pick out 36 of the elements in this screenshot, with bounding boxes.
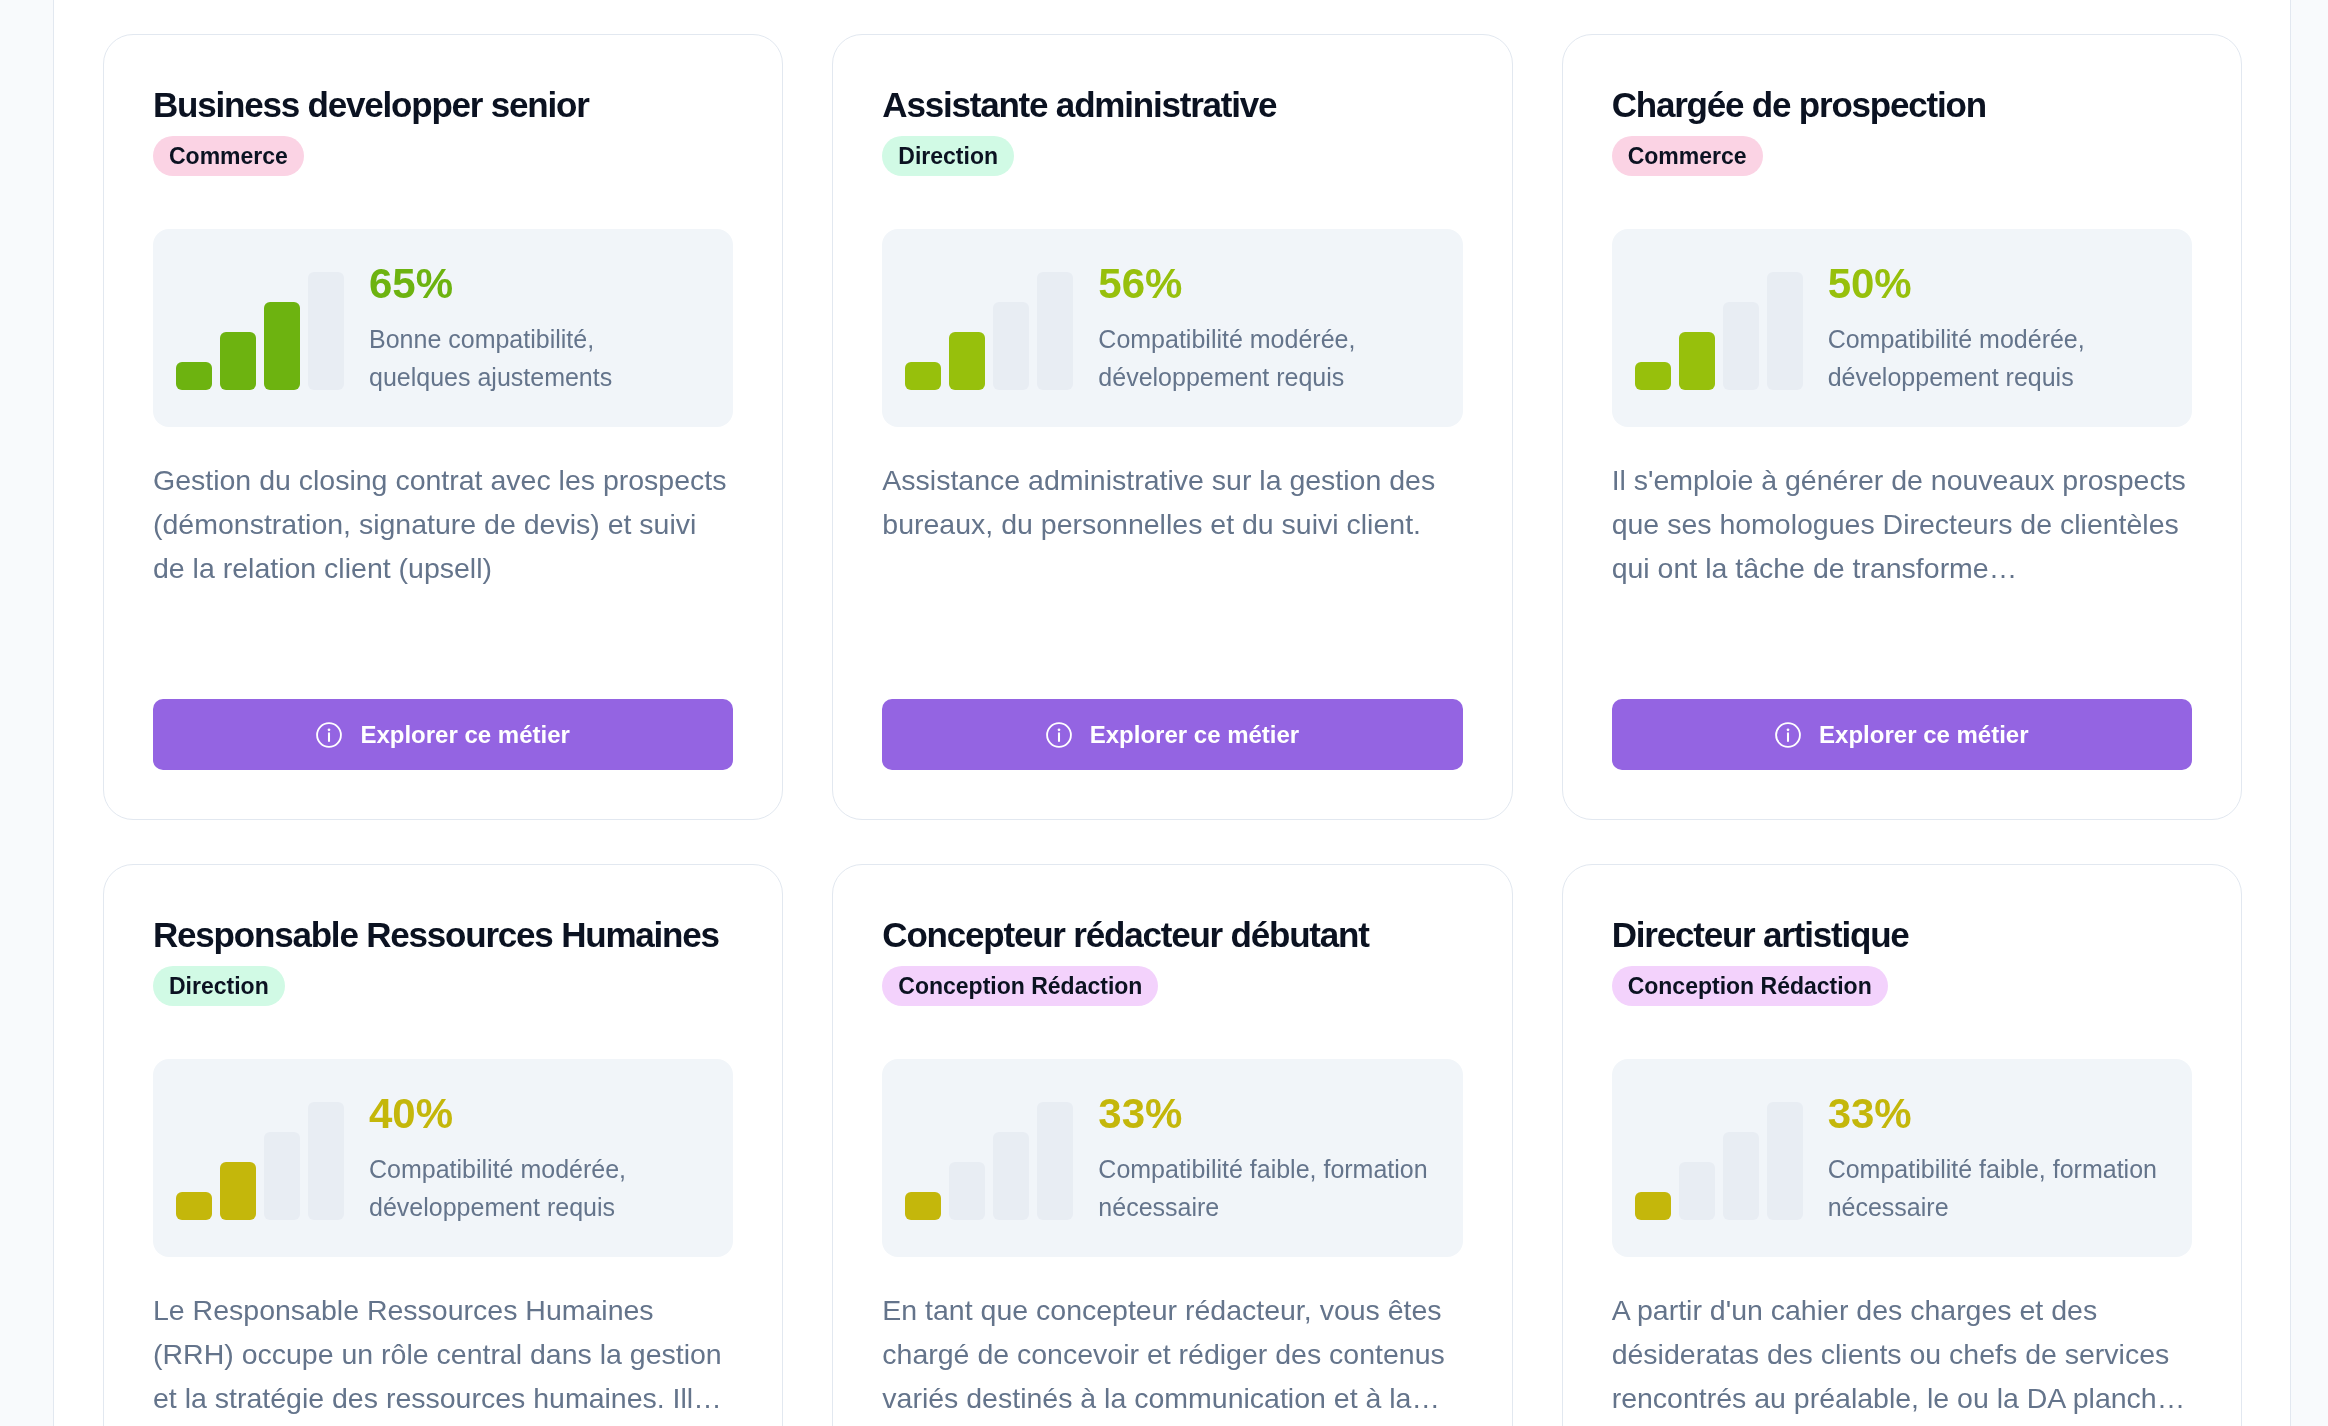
compatibility-percent: 33% (1827, 1090, 1912, 1138)
compatibility-percent: 56% (1098, 260, 1183, 308)
job-title: Assistante administrative (882, 84, 1278, 126)
job-title: Directeur artistique (1611, 914, 1910, 956)
info-icon (316, 721, 343, 748)
job-title: Responsable Ressources Humaines (153, 914, 720, 956)
category-tag: Direction (882, 136, 1014, 176)
category-tag: Conception Rédaction (1611, 966, 1888, 1006)
explore-button[interactable]: Explorer ce métier (882, 699, 1463, 770)
compatibility-summary: Compatibilité modérée, développement requis (1098, 324, 1357, 393)
compatibility-summary: Compatibilité faible, formation nécessaire (1827, 1154, 2158, 1223)
compatibility-percent: 65% (369, 260, 454, 308)
compatibility-summary: Compatibilité modérée, développement requis (1827, 324, 2086, 393)
job-title: Business developper senior (153, 84, 591, 126)
job-title: Chargée de prospection (1611, 84, 1987, 126)
job-description: En tant que concepteur rédacteur, vous êtes chargé de concevoir et rédiger des contenus variés destinés à la communication et à la… (882, 1293, 1446, 1416)
info-icon (1775, 721, 1802, 748)
info-icon (1045, 721, 1072, 748)
category-tag: Commerce (153, 136, 304, 176)
compatibility-percent: 33% (1098, 1090, 1183, 1138)
job-description: Le Responsable Ressources Humaines (RRH) occupe un rôle central dans la gestion et la stratégie des ressources humaines. Ill… (153, 1293, 723, 1416)
compatibility-percent: 50% (1827, 260, 1912, 308)
category-tag: Conception Rédaction (882, 966, 1159, 1006)
job-title: Concepteur rédacteur débutant (882, 914, 1371, 956)
job-description: Gestion du closing contrat avec les prospects (démonstration, signature de devis) et suivi de la relation client (upsell) (153, 463, 728, 586)
category-tag: Direction (153, 966, 285, 1006)
compatibility-summary: Compatibilité modérée, développement requis (369, 1154, 628, 1223)
job-description: A partir d'un cahier des charges et des désideratas des clients ou chefs de services rencontrés au préalable, le ou la DA planch… (1611, 1293, 2187, 1416)
job-description: Assistance administrative sur la gestion des bureaux, du personnelles et du suivi client. (882, 463, 1437, 542)
category-tag: Commerce (1611, 136, 1763, 176)
compatibility-summary: Bonne compatibilité, quelques ajustements (369, 324, 614, 393)
explore-button[interactable]: Explorer ce métier (1611, 699, 2192, 770)
explore-button[interactable]: Explorer ce métier (153, 699, 734, 770)
compatibility-summary: Compatibilité faible, formation nécessaire (1098, 1154, 1429, 1223)
job-description: Il s'emploie à générer de nouveaux prospects que ses homologues Directeurs de clientèles qui ont la tâche de transforme… (1611, 463, 2187, 586)
compatibility-percent: 40% (369, 1090, 454, 1138)
